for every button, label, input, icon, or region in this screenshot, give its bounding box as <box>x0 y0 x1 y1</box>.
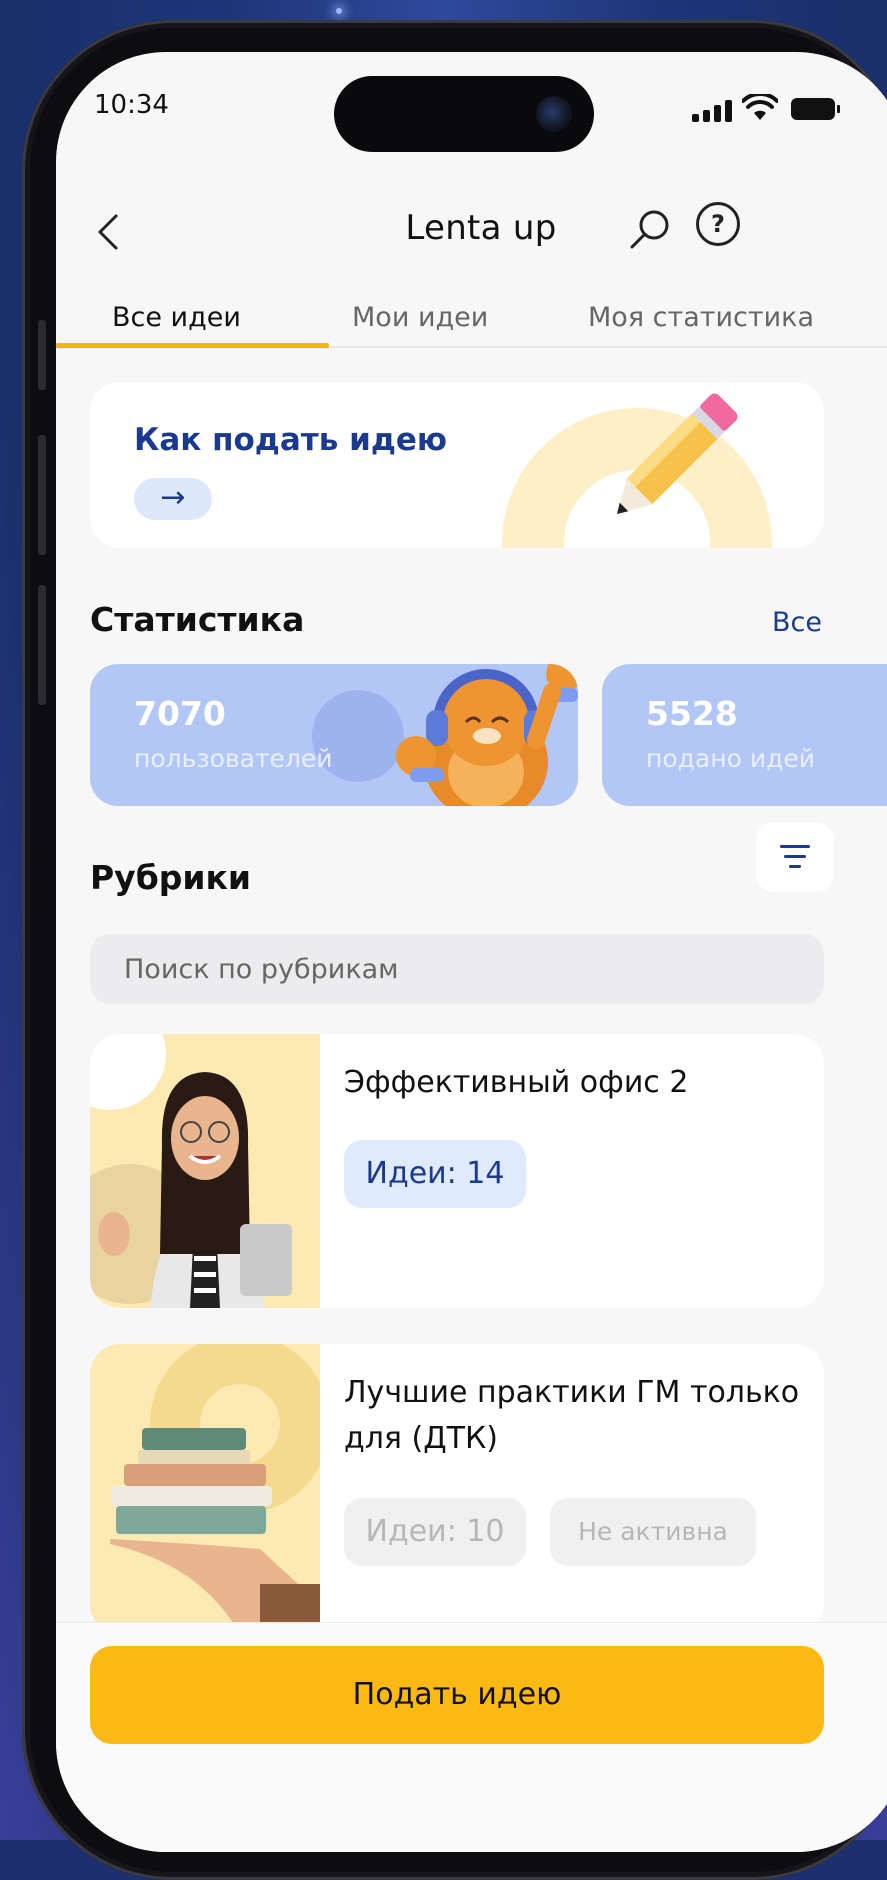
page-title: Lenta up <box>405 208 557 248</box>
status-time: 10:34 <box>94 90 169 120</box>
stat-value: 7070 <box>134 694 226 733</box>
stat-label: подано идей <box>646 744 815 773</box>
tab-my-statistics[interactable]: Моя статистика <box>588 302 814 333</box>
app-header: Lenta up ? <box>56 192 887 272</box>
rubric-image <box>90 1344 320 1634</box>
active-tab-indicator <box>56 343 329 348</box>
app-screen: 10:34 Lenta up ? Все идеи Мои идеи Моя с… <box>56 52 887 1852</box>
tab-bar: Все идеи Мои идеи Моя статистика <box>56 288 887 348</box>
pencil-icon <box>616 393 738 515</box>
rubric-image <box>90 1034 320 1308</box>
rubrics-title: Рубрики <box>90 858 252 897</box>
books-photo-icon <box>110 1344 320 1634</box>
search-icon[interactable] <box>624 204 676 256</box>
battery-icon <box>791 98 840 120</box>
rubric-title: Эффективный офис 2 <box>344 1065 689 1100</box>
dynamic-island <box>334 76 594 152</box>
arrow-right-icon[interactable]: → <box>134 478 212 520</box>
wifi-icon <box>742 94 778 120</box>
filter-icon <box>780 845 810 848</box>
rubric-card[interactable]: Эффективный офис 2 Идеи: 14 <box>90 1034 824 1308</box>
side-button <box>38 435 46 555</box>
ideas-count-badge: Идеи: 10 <box>344 1498 526 1566</box>
ideas-count-badge: Идеи: 14 <box>344 1140 526 1208</box>
howto-title: Как подать идею <box>134 422 448 458</box>
tab-my-ideas[interactable]: Мои идеи <box>352 302 488 333</box>
stat-label: пользователей <box>134 744 333 773</box>
tab-all-ideas[interactable]: Все идеи <box>112 302 241 333</box>
submit-idea-button[interactable]: Подать идею <box>90 1646 824 1744</box>
help-icon[interactable]: ? <box>696 202 740 246</box>
filter-icon <box>789 865 801 868</box>
mascot-cat-icon <box>396 664 578 806</box>
status-badge: Не активна <box>550 1498 756 1566</box>
woman-photo-icon <box>90 1034 292 1308</box>
rubric-card[interactable]: Лучшие практики ГМ только для (ДТК) Идеи… <box>90 1344 824 1634</box>
status-bar: 10:34 <box>56 52 887 162</box>
filter-button[interactable] <box>756 822 834 892</box>
stat-value: 5528 <box>646 694 738 733</box>
side-button <box>38 320 46 390</box>
signal-icon <box>692 100 732 122</box>
rubrics-search-input[interactable]: Поиск по рубрикам <box>90 934 824 1004</box>
stat-card-ideas[interactable]: 5528 подано идей <box>602 664 887 806</box>
statistics-title: Статистика <box>90 600 305 639</box>
stat-card-users[interactable]: 7070 пользователей <box>90 664 578 806</box>
search-placeholder: Поиск по рубрикам <box>124 954 399 985</box>
rubric-title: Лучшие практики ГМ только для (ДТК) <box>344 1375 800 1456</box>
side-button <box>38 585 46 705</box>
howto-card[interactable]: Как подать идею → <box>90 382 824 548</box>
camera-icon <box>536 96 572 132</box>
filter-icon <box>784 855 806 858</box>
statistics-see-all-link[interactable]: Все <box>772 607 822 638</box>
